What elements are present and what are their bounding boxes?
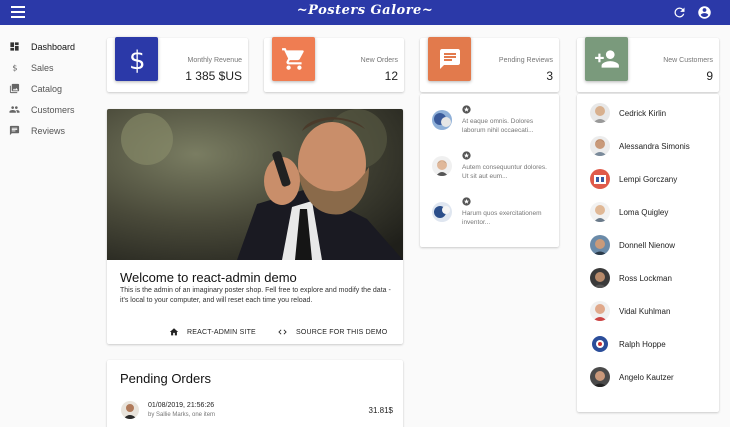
stat-card-pending-reviews[interactable]: Pending Reviews 3 — [420, 37, 559, 92]
app-bar: ~Posters Galore~ — [0, 0, 730, 25]
cart-icon — [272, 37, 315, 81]
home-icon — [169, 328, 179, 336]
customer-name: Loma Quigley — [619, 208, 669, 217]
stat-value: 12 — [384, 69, 398, 83]
review-item[interactable]: Autem consequuntur dolores. Ut sit aut e… — [420, 146, 559, 192]
svg-text:$: $ — [12, 63, 17, 73]
avatar — [121, 401, 139, 419]
sidebar-item-label: Reviews — [31, 125, 66, 136]
new-customers-card: Cedrick Kirlin Alessandra Simonis Lempi … — [577, 94, 719, 412]
customer-name: Vidal Kuhlman — [619, 307, 671, 316]
customer-item[interactable]: Donnell Nienow — [577, 229, 719, 262]
refresh-icon[interactable] — [672, 5, 687, 20]
review-item[interactable]: Harum quos exercitationem inventor... — [420, 192, 559, 238]
customer-name: Lempi Gorczany — [619, 175, 678, 184]
customer-item[interactable]: Vidal Kuhlman — [577, 295, 719, 328]
avatar — [590, 235, 610, 255]
dollar-icon: $ — [115, 37, 158, 81]
pending-orders-card: Pending Orders 01/08/2019, 21:56:26 by S… — [107, 360, 403, 427]
customer-item[interactable]: Lempi Gorczany — [577, 163, 719, 196]
customer-name: Ross Lockman — [619, 274, 672, 283]
source-for-demo-button[interactable]: SOURCE FOR THIS DEMO — [277, 324, 387, 340]
stat-card-new-orders[interactable]: New Orders 12 — [264, 37, 404, 92]
customer-item[interactable]: Ross Lockman — [577, 262, 719, 295]
stat-value: 9 — [706, 69, 713, 83]
pending-orders-title: Pending Orders — [120, 371, 212, 386]
avatar — [432, 110, 452, 130]
star-icon — [462, 151, 471, 160]
sidebar: Dashboard $ Sales Catalog Customers Revi… — [0, 36, 100, 141]
order-row[interactable]: 01/08/2019, 21:56:26 by Sallie Marks, on… — [107, 398, 403, 427]
source-for-demo-label: SOURCE FOR THIS DEMO — [296, 328, 388, 336]
star-icon — [462, 197, 471, 206]
stat-label: New Orders — [360, 57, 398, 64]
dollar-icon: $ — [12, 63, 17, 73]
customer-item[interactable]: Cedrick Kirlin — [577, 97, 719, 130]
customer-item[interactable]: Ralph Hoppe — [577, 328, 719, 361]
account-icon[interactable] — [697, 5, 712, 20]
stat-value: 1 385 $US — [185, 69, 242, 83]
stat-label: Monthly Revenue — [187, 57, 242, 64]
avatar — [590, 268, 610, 288]
svg-text:$: $ — [129, 46, 146, 74]
customer-item[interactable]: Angelo Kautzer — [577, 361, 719, 394]
review-text: Autem consequuntur dolores. Ut sit aut e… — [462, 164, 547, 180]
order-customer: by Sallie Marks, one item — [148, 412, 216, 418]
sidebar-item-customers[interactable]: Customers — [0, 99, 100, 120]
customer-name: Angelo Kautzer — [619, 373, 674, 382]
sidebar-item-label: Customers — [31, 104, 75, 115]
react-admin-site-label: REACT-ADMIN SITE — [187, 328, 256, 336]
avatar — [432, 156, 452, 176]
avatar — [590, 202, 610, 222]
dashboard-icon — [10, 42, 19, 51]
review-item[interactable]: At eaque omnis. Dolores laborum nihil oc… — [420, 100, 559, 146]
customer-name: Alessandra Simonis — [619, 142, 690, 151]
avatar — [590, 334, 610, 354]
customer-name: Ralph Hoppe — [619, 340, 666, 349]
sidebar-item-label: Sales — [31, 62, 54, 73]
customer-name: Donnell Nienow — [619, 241, 676, 250]
react-admin-site-button[interactable]: REACT-ADMIN SITE — [169, 324, 256, 340]
welcome-title: Welcome to react-admin demo — [120, 270, 297, 285]
welcome-card: Welcome to react-admin demo This is the … — [107, 109, 403, 344]
comment-icon — [428, 37, 471, 81]
review-text: At eaque omnis. Dolores laborum nihil oc… — [462, 118, 534, 134]
avatar — [590, 136, 610, 156]
welcome-hero-image — [107, 109, 403, 260]
collections-icon — [9, 83, 20, 94]
people-icon — [9, 106, 20, 113]
stat-card-new-customers[interactable]: New Customers 9 — [577, 37, 719, 92]
avatar — [590, 103, 610, 123]
code-icon — [278, 329, 287, 335]
sidebar-item-catalog[interactable]: Catalog — [0, 78, 100, 99]
order-amount: 31.81$ — [368, 406, 393, 415]
avatar — [590, 301, 610, 321]
stat-label: New Customers — [663, 57, 713, 64]
sidebar-item-label: Dashboard — [31, 41, 76, 52]
order-date: 01/08/2019, 21:56:26 — [148, 402, 215, 409]
comment-icon — [9, 125, 20, 136]
avatar — [432, 202, 452, 222]
customer-name: Cedrick Kirlin — [619, 109, 667, 118]
welcome-text: This is the admin of an imaginary poster… — [120, 287, 391, 304]
person-add-icon — [585, 37, 628, 81]
stat-label: Pending Reviews — [498, 57, 553, 64]
stat-value: 3 — [546, 69, 553, 83]
sidebar-item-sales[interactable]: $ Sales — [0, 57, 100, 78]
pending-reviews-card: At eaque omnis. Dolores laborum nihil oc… — [420, 94, 559, 247]
sidebar-item-reviews[interactable]: Reviews — [0, 120, 100, 141]
sidebar-item-label: Catalog — [31, 83, 63, 94]
avatar — [590, 367, 610, 387]
stat-card-monthly-revenue[interactable]: $ Monthly Revenue 1 385 $US — [107, 37, 248, 92]
app-title: ~Posters Galore~ — [296, 3, 434, 18]
avatar — [590, 169, 610, 189]
star-icon — [462, 105, 471, 114]
customer-item[interactable]: Loma Quigley — [577, 196, 719, 229]
sidebar-item-dashboard[interactable]: Dashboard — [0, 36, 100, 57]
customer-item[interactable]: Alessandra Simonis — [577, 130, 719, 163]
review-text: Harum quos exercitationem inventor... — [462, 210, 542, 226]
